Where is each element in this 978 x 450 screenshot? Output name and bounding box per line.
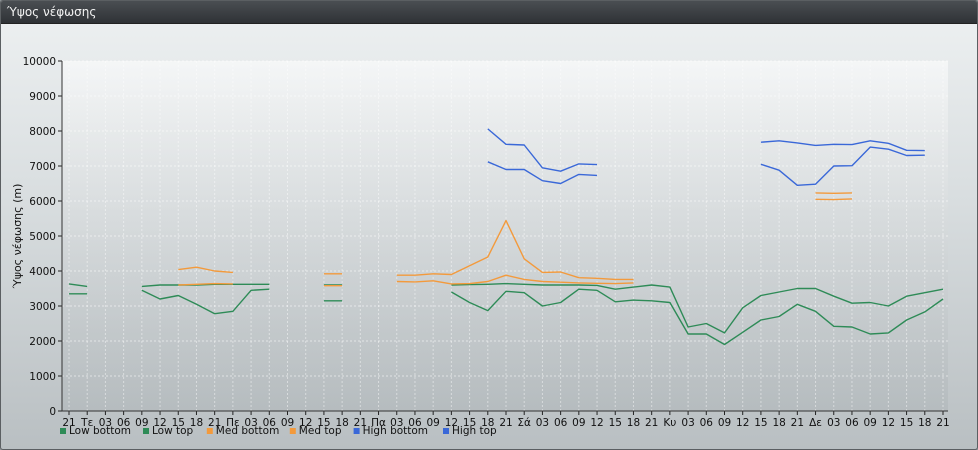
x-tick-label: 03 <box>536 417 549 429</box>
y-tick-label: 7000 <box>29 161 56 173</box>
x-tick-label: 06 <box>845 417 859 429</box>
x-tick-label: 09 <box>572 417 585 429</box>
legend-label: Med top <box>299 425 342 437</box>
x-tick-label: 09 <box>426 417 439 429</box>
y-tick-label: 3000 <box>29 301 56 313</box>
legend-swatch <box>353 428 360 434</box>
x-tick-label: 09 <box>281 417 294 429</box>
legend-label: Low bottom <box>69 425 131 437</box>
x-tick-label: 06 <box>554 417 568 429</box>
x-tick-label: 18 <box>772 417 785 429</box>
x-tick-label: Δε <box>809 417 822 429</box>
x-tick-label: 06 <box>700 417 714 429</box>
y-tick-label: 4000 <box>29 266 56 278</box>
y-tick-label: 5000 <box>29 231 56 243</box>
x-tick-label: 12 <box>882 417 895 429</box>
x-tick-label: 09 <box>718 417 731 429</box>
x-tick-label: 03 <box>681 417 694 429</box>
legend-label: High top <box>452 425 497 437</box>
x-tick-label: 18 <box>627 417 640 429</box>
x-tick-label: 18 <box>918 417 931 429</box>
y-tick-label: 10000 <box>23 56 56 68</box>
legend-label: High bottom <box>363 425 428 437</box>
x-tick-label: 03 <box>827 417 840 429</box>
legend-swatch <box>289 428 296 434</box>
y-tick-label: 9000 <box>29 91 56 103</box>
x-tick-label: 21 <box>936 417 949 429</box>
series-line <box>815 198 853 201</box>
x-tick-label: 09 <box>135 417 148 429</box>
x-tick-label: 12 <box>736 417 749 429</box>
x-tick-label: 15 <box>900 417 913 429</box>
x-tick-label: 21 <box>499 417 512 429</box>
cloud-height-chart: 0 1000 2000 3000 4000 5000 6000 7000 8000 9000 100… <box>11 56 950 437</box>
x-tick-label: Σά <box>517 417 531 429</box>
x-tick-label: 15 <box>754 417 767 429</box>
y-tick-label: 2000 <box>29 336 56 348</box>
x-tick-label: 21 <box>791 417 804 429</box>
x-tick-label: 12 <box>590 417 603 429</box>
legend-swatch <box>60 428 66 434</box>
chart-window: Ύψος νέφωσης 0 1000 2000 3000 4000 5000 6000 70… <box>0 0 978 450</box>
y-tick-label: 0 <box>49 406 56 418</box>
y-tick-label: 1000 <box>29 371 56 383</box>
y-axis-label: Ύψος νέφωσης (m) <box>11 184 24 290</box>
x-tick-label: 21 <box>645 417 658 429</box>
x-tick-label: 09 <box>863 417 876 429</box>
legend-swatch <box>443 428 449 434</box>
y-tick-label: 6000 <box>29 196 56 208</box>
legend-swatch <box>206 428 213 434</box>
x-tick-label: 15 <box>609 417 622 429</box>
window-title: Ύψος νέφωσης <box>1 1 977 24</box>
y-tick-label: 8000 <box>29 126 56 138</box>
legend-swatch <box>143 428 149 434</box>
legend-label: Med bottom <box>216 425 279 437</box>
legend-label: Low top <box>152 425 194 437</box>
x-tick-label: Κυ <box>663 417 676 429</box>
